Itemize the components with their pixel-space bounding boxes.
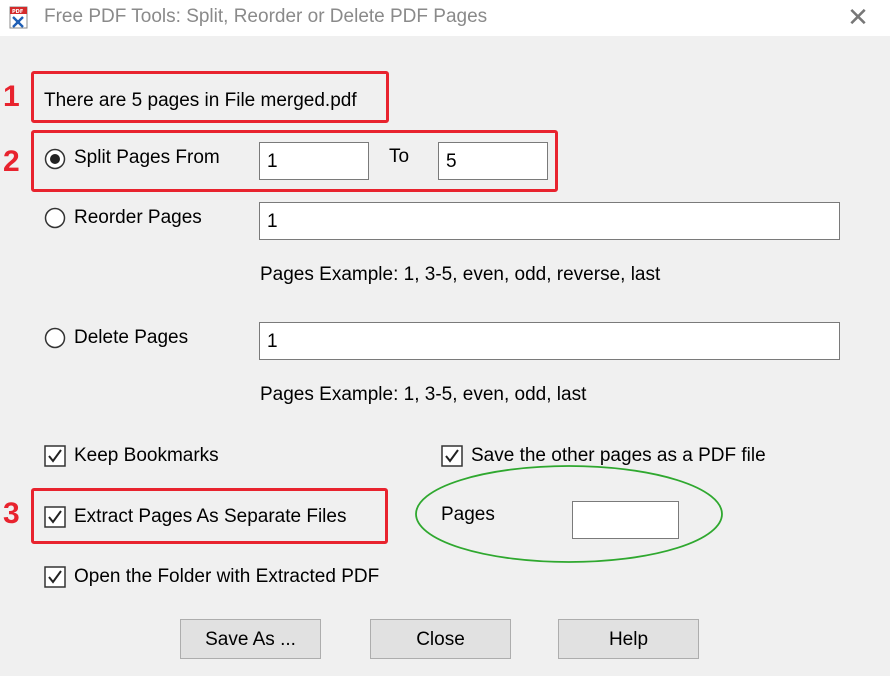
reorder-example-text: Pages Example: 1, 3-5, even, odd, revers… <box>260 264 661 285</box>
open-folder-label: Open the Folder with Extracted PDF <box>74 566 380 587</box>
close-window-icon[interactable]: ✕ <box>838 0 878 36</box>
annotation-marker-3: 3 <box>3 497 20 530</box>
annotation-marker-2: 2 <box>3 145 20 178</box>
keep-bookmarks-label: Keep Bookmarks <box>74 445 219 466</box>
open-folder-checkbox[interactable] <box>44 566 66 588</box>
highlight-box-1 <box>31 71 389 123</box>
window-title: Free PDF Tools: Split, Reorder or Delete… <box>44 6 488 27</box>
reorder-pages-radio[interactable] <box>44 207 66 229</box>
delete-pages-input[interactable] <box>259 322 840 360</box>
keep-bookmarks-checkbox[interactable] <box>44 445 66 467</box>
annotation-marker-1: 1 <box>3 80 20 113</box>
title-bar: PDF Free PDF Tools: Split, Reorder or De… <box>0 0 890 36</box>
pdf-tools-app-icon: PDF <box>9 6 28 29</box>
delete-pages-radio[interactable] <box>44 327 66 349</box>
save-as-button[interactable]: Save As ... <box>180 619 321 659</box>
highlight-box-2 <box>31 130 558 192</box>
help-button[interactable]: Help <box>558 619 699 659</box>
pages-highlight-ellipse <box>415 465 723 563</box>
close-button[interactable]: Close <box>370 619 511 659</box>
reorder-pages-input[interactable] <box>259 202 840 240</box>
delete-pages-label: Delete Pages <box>74 327 189 348</box>
reorder-pages-label: Reorder Pages <box>74 207 202 228</box>
svg-text:PDF: PDF <box>12 9 23 15</box>
delete-example-text: Pages Example: 1, 3-5, even, odd, last <box>260 384 587 405</box>
highlight-box-3 <box>31 488 388 544</box>
